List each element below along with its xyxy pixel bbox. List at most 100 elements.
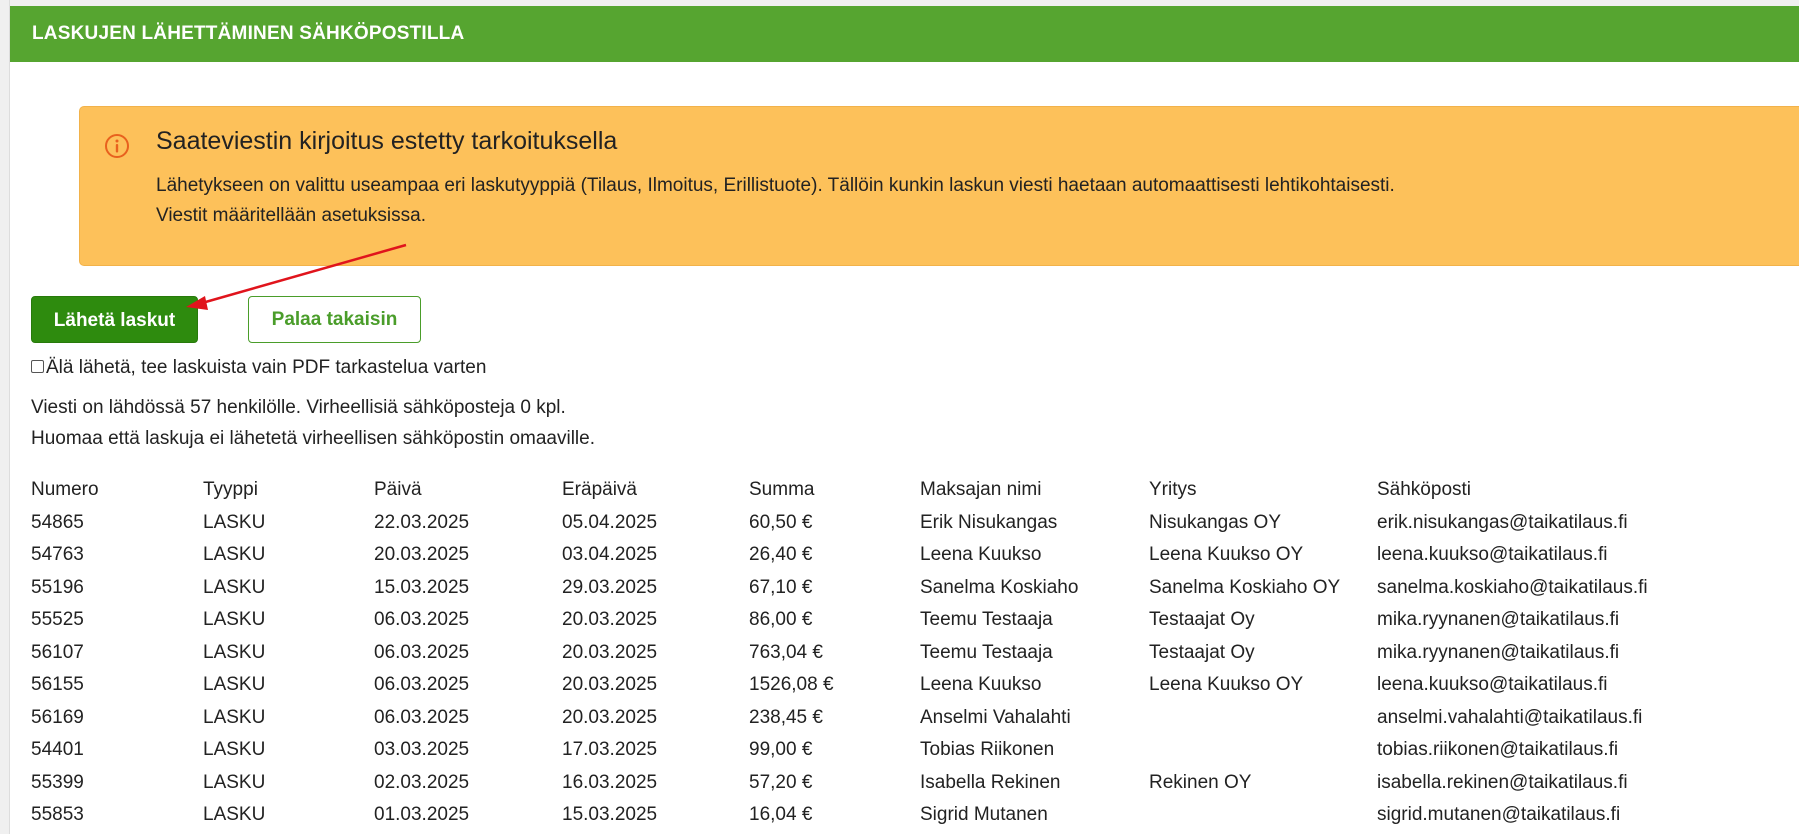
page-header: LASKUJEN LÄHETTÄMINEN SÄHKÖPOSTILLA (10, 6, 1799, 62)
due-date-cell: 20.03.2025 (562, 706, 658, 728)
column-header: Maksajan nimi (920, 479, 1042, 500)
invoice-type-cell: LASKU (203, 511, 266, 533)
due-date-cell: 20.03.2025 (562, 641, 658, 663)
invoice-type-cell: LASKU (203, 544, 266, 565)
table-header-row: Numero Tyyppi Päivä Eräpäivä Summa Maksa… (31, 474, 1697, 507)
invoice-date-cell: 01.03.2025 (374, 804, 470, 825)
invoice-number-cell: 55853 (31, 804, 84, 825)
payer-name-cell: Teemu Testaaja (920, 641, 1053, 663)
company-cell: Rekinen OY (1149, 771, 1252, 793)
invoice-number-cell: 54763 (31, 544, 84, 565)
column-header: Yritys (1149, 479, 1197, 500)
alert-title: Saateviestin kirjoitus estetty tarkoituk… (156, 127, 618, 155)
table-row: 55399 LASKU 02.03.2025 16.03.2025 57,20 € Isa… (31, 767, 1697, 800)
due-date-cell: 16.03.2025 (562, 771, 658, 793)
invoice-date-cell: 20.03.2025 (374, 544, 470, 565)
due-date-cell: 15.03.2025 (562, 804, 658, 825)
email-cell: leena.kuukso@taikatilaus.fi (1377, 544, 1608, 565)
recipient-count-text: Viesti on lähdössä 57 henkilölle. Virhee… (31, 397, 566, 418)
amount-cell: 763,04 € (749, 641, 823, 663)
due-date-cell: 03.04.2025 (562, 544, 658, 565)
amount-cell: 67,10 € (749, 576, 813, 598)
due-date-cell: 20.03.2025 (562, 674, 658, 695)
table-row: 55196 LASKU 15.03.2025 29.03.2025 67,10 € San… (31, 572, 1697, 605)
table-row: 54763 LASKU 20.03.2025 03.04.2025 26,40 € Lee… (31, 539, 1697, 572)
email-cell: tobias.riikonen@taikatilaus.fi (1377, 739, 1619, 760)
pdf-only-label[interactable]: Älä lähetä, tee laskuista vain PDF tarka… (46, 357, 486, 379)
payer-name-cell: Leena Kuukso (920, 544, 1042, 565)
invoice-type-cell: LASKU (203, 641, 266, 663)
company-cell: Testaajat Oy (1149, 641, 1255, 663)
company-cell: Leena Kuukso OY (1149, 544, 1304, 565)
invoice-date-cell: 06.03.2025 (374, 706, 470, 728)
company-cell: Sanelma Koskiaho OY (1149, 576, 1341, 598)
amount-cell: 16,04 € (749, 804, 813, 825)
invoice-date-cell: 03.03.2025 (374, 739, 470, 760)
amount-cell: 1526,08 € (749, 674, 834, 695)
invoice-date-cell: 06.03.2025 (374, 609, 470, 630)
invalid-email-note: Huomaa että laskuja ei lähetetä virheell… (31, 428, 595, 449)
payer-name-cell: Sigrid Mutanen (920, 804, 1048, 825)
pdf-only-option[interactable]: Älä lähetä, tee laskuista vain PDF tarka… (31, 357, 486, 379)
window-left-edge (0, 0, 10, 834)
invoice-number-cell: 54865 (31, 511, 84, 533)
company-cell: Nisukangas OY (1149, 511, 1282, 533)
table-row: 55853 LASKU 01.03.2025 15.03.2025 16,04 € Sig… (31, 799, 1697, 832)
invoice-number-cell: 56169 (31, 706, 84, 728)
amount-cell: 26,40 € (749, 544, 813, 565)
table-row: 56169 LASKU 06.03.2025 20.03.2025 238,45 € An… (31, 702, 1697, 735)
invoice-type-cell: LASKU (203, 609, 266, 630)
table-row: 56155 LASKU 06.03.2025 20.03.2025 1526,08 € L… (31, 669, 1697, 702)
due-date-cell: 05.04.2025 (562, 511, 658, 533)
amount-cell: 238,45 € (749, 706, 823, 728)
email-cell: sigrid.mutanen@taikatilaus.fi (1377, 804, 1621, 825)
column-header: Sähköposti (1377, 479, 1472, 500)
payer-name-cell: Teemu Testaaja (920, 609, 1053, 630)
invoice-type-cell: LASKU (203, 674, 266, 695)
amount-cell: 86,00 € (749, 609, 813, 630)
payer-name-cell: Isabella Rekinen (920, 771, 1061, 793)
email-cell: isabella.rekinen@taikatilaus.fi (1377, 771, 1628, 793)
alert-message-line: Lähetykseen on valittu useampaa eri lask… (156, 175, 1395, 196)
table-row: 54401 LASKU 03.03.2025 17.03.2025 99,00 € Tob… (31, 734, 1697, 767)
info-circle-icon (105, 134, 129, 158)
email-cell: mika.ryynanen@taikatilaus.fi (1377, 609, 1620, 630)
invoice-date-cell: 06.03.2025 (374, 641, 470, 663)
due-date-cell: 20.03.2025 (562, 609, 658, 630)
invoice-number-cell: 55196 (31, 576, 84, 598)
due-date-cell: 29.03.2025 (562, 576, 658, 598)
alert-message-line: Viestit määritellään asetuksissa. (156, 205, 426, 226)
table-row: 56107 LASKU 06.03.2025 20.03.2025 763,04 € Te… (31, 637, 1697, 670)
column-header: Numero (31, 479, 99, 500)
column-header: Eräpäivä (562, 479, 637, 500)
email-cell: erik.nisukangas@taikatilaus.fi (1377, 511, 1628, 533)
invoice-type-cell: LASKU (203, 771, 266, 793)
invoice-number-cell: 54401 (31, 739, 84, 760)
company-cell (1149, 799, 1377, 832)
send-invoices-button[interactable]: Lähetä laskut (31, 296, 198, 343)
company-cell (1149, 734, 1377, 767)
invoice-type-cell: LASKU (203, 576, 266, 598)
column-header: Summa (749, 479, 815, 500)
due-date-cell: 17.03.2025 (562, 739, 658, 760)
company-cell: Leena Kuukso OY (1149, 674, 1304, 695)
payer-name-cell: Anselmi Vahalahti (920, 706, 1071, 728)
amount-cell: 60,50 € (749, 511, 813, 533)
column-header: Päivä (374, 479, 422, 500)
payer-name-cell: Leena Kuukso (920, 674, 1042, 695)
pdf-only-checkbox[interactable] (31, 359, 44, 373)
amount-cell: 57,20 € (749, 771, 813, 793)
payer-name-cell: Sanelma Koskiaho (920, 576, 1079, 598)
invoice-type-cell: LASKU (203, 706, 266, 728)
invoice-type-cell: LASKU (203, 739, 266, 760)
email-cell: leena.kuukso@taikatilaus.fi (1377, 674, 1608, 695)
invoice-date-cell: 15.03.2025 (374, 576, 470, 598)
email-cell: sanelma.koskiaho@taikatilaus.fi (1377, 576, 1648, 598)
back-button[interactable]: Palaa takaisin (248, 296, 421, 343)
invoice-table: Numero Tyyppi Päivä Eräpäivä Summa Maksa… (31, 474, 1697, 832)
page-title: LASKUJEN LÄHETTÄMINEN SÄHKÖPOSTILLA (32, 23, 465, 44)
invoice-number-cell: 55525 (31, 609, 84, 630)
warning-alert: Saateviestin kirjoitus estetty tarkoituk… (79, 106, 1799, 266)
company-cell: Testaajat Oy (1149, 609, 1255, 630)
payer-name-cell: Tobias Riikonen (920, 739, 1055, 760)
